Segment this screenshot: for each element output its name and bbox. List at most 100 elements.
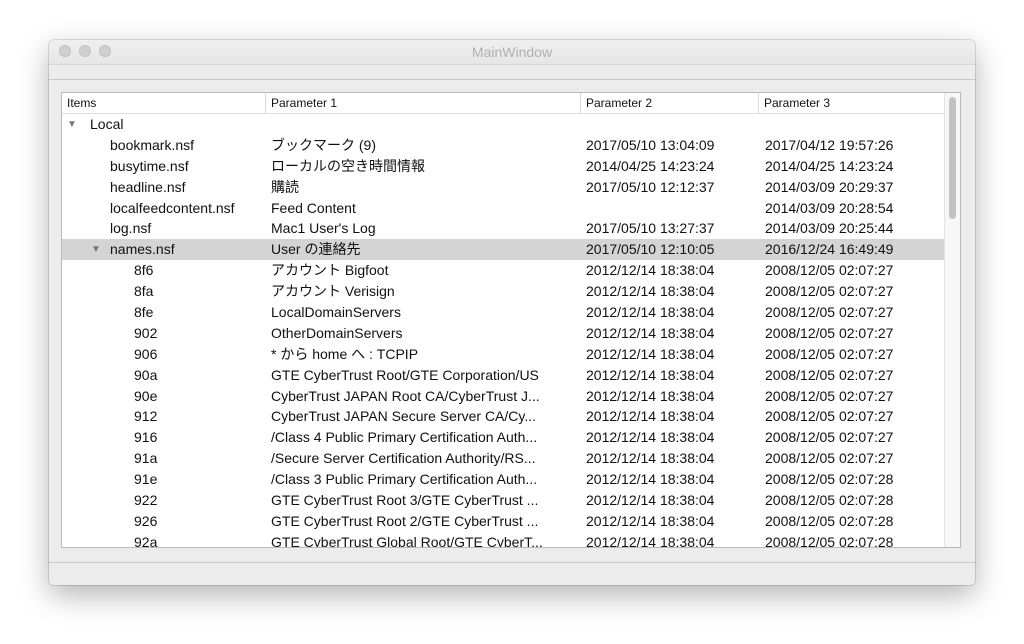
- row-parameter-3: 2008/12/05 02:07:28: [765, 471, 894, 488]
- row-parameter-3: 2008/12/05 02:07:27: [765, 304, 894, 321]
- tree-row[interactable]: 90a GTE CyberTrust Root/GTE Corporation/U…: [62, 365, 946, 386]
- row-parameter-2: 2012/12/14 18:38:04: [586, 324, 715, 341]
- row-parameter-3: 2008/12/05 02:07:27: [765, 366, 894, 383]
- row-item-label: 90e: [134, 387, 158, 404]
- tree-row[interactable]: 91a/Secure Server Certification Authorit…: [62, 448, 946, 469]
- row-item-cell: bookmark.nsf: [62, 135, 267, 156]
- row-item-cell: 906: [62, 344, 267, 365]
- row-parameter-1: * から home へ : TCPIP: [271, 345, 419, 362]
- tree-row[interactable]: bookmark.nsf ブックマーク (9) 2017/05/10 13:04:0…: [62, 135, 946, 156]
- row-item-cell: 8f6: [62, 260, 267, 281]
- tree-row[interactable]: log.nsf Mac1 User's Log 2017/05/10 13:27:3…: [62, 218, 946, 239]
- row-item-label: 902: [134, 324, 158, 341]
- column-header-parameter-2[interactable]: Parameter 2: [580, 93, 758, 113]
- row-parameter-3: 2016/12/24 16:49:49: [765, 241, 894, 258]
- row-item-label: 912: [134, 408, 158, 425]
- row-item-cell: 916: [62, 427, 267, 448]
- row-item-cell: 922: [62, 490, 267, 511]
- row-parameter-2: 2012/12/14 18:38:04: [586, 512, 715, 529]
- expand-triangle-icon[interactable]: ▼: [66, 114, 78, 135]
- row-item-cell: log.nsf: [62, 218, 267, 239]
- tree-row[interactable]: ▼ Local: [62, 114, 946, 135]
- title-bar[interactable]: MainWindow: [49, 40, 975, 65]
- row-parameter-2: 2012/12/14 18:38:04: [586, 283, 715, 300]
- row-parameter-1: User の連絡先: [271, 241, 361, 258]
- row-item-cell: ▼ Local: [62, 114, 267, 135]
- tree-row[interactable]: 926 GTE CyberTrust Root 2/GTE CyberTrust …: [62, 511, 946, 532]
- tree-view[interactable]: Items Parameter 1 Parameter 2 Parameter …: [61, 92, 961, 548]
- row-parameter-2: 2012/12/14 18:38:04: [586, 262, 715, 279]
- row-parameter-2: 2012/12/14 18:38:04: [586, 366, 715, 383]
- row-parameter-3: 2008/12/05 02:07:27: [765, 429, 894, 446]
- row-parameter-3: 2017/04/12 19:57:26: [765, 136, 894, 153]
- row-parameter-1: GTE CyberTrust Global Root/GTE CyberT...: [271, 533, 543, 548]
- row-item-cell: 8fa: [62, 281, 267, 302]
- tree-row[interactable]: 8fa アカウント Verisign 2012/12/14 18:38:04 2008…: [62, 281, 946, 302]
- row-parameter-1: Mac1 User's Log: [271, 220, 376, 237]
- row-parameter-1: 購読: [271, 178, 299, 195]
- row-item-label: bookmark.nsf: [110, 136, 195, 153]
- row-item-label: 92a: [134, 533, 158, 548]
- tree-row[interactable]: localfeedcontent.nsf Feed Content 2014/03/…: [62, 198, 946, 219]
- row-parameter-1: Feed Content: [271, 199, 356, 216]
- row-parameter-1: GTE CyberTrust Root 2/GTE CyberTrust ...: [271, 512, 539, 529]
- expand-triangle-icon[interactable]: ▼: [90, 239, 102, 260]
- row-item-cell: headline.nsf: [62, 177, 267, 198]
- row-parameter-1: /Class 3 Public Primary Certification Au…: [271, 471, 538, 488]
- row-parameter-2: 2012/12/14 18:38:04: [586, 345, 715, 362]
- row-parameter-3: 2008/12/05 02:07:28: [765, 492, 894, 509]
- row-parameter-2: 2012/12/14 18:38:04: [586, 450, 715, 467]
- row-parameter-2: 2017/05/10 13:04:09: [586, 136, 715, 153]
- row-parameter-3: 2008/12/05 02:07:27: [765, 408, 894, 425]
- row-item-label: 8fe: [134, 304, 154, 321]
- column-header-items[interactable]: Items: [62, 93, 266, 113]
- row-item-label: 8f6: [134, 262, 154, 279]
- status-bar: [49, 562, 975, 585]
- row-parameter-2: 2012/12/14 18:38:04: [586, 471, 715, 488]
- tree-row[interactable]: 906 * から home へ : TCPIP 2012/12/14 18:38:0…: [62, 344, 946, 365]
- row-parameter-1: ローカルの空き時間情報: [271, 157, 425, 174]
- row-parameter-1: /Class 4 Public Primary Certification Au…: [271, 429, 538, 446]
- tree-row[interactable]: 90e CyberTrust JAPAN Root CA/CyberTrust J…: [62, 386, 946, 407]
- row-parameter-2: 2012/12/14 18:38:04: [586, 304, 715, 321]
- tree-row[interactable]: 8fe LocalDomainServers 2012/12/14 18:38:04…: [62, 302, 946, 323]
- main-window: MainWindow Items Parameter 1 Parameter 2…: [49, 40, 975, 585]
- row-item-cell: 926: [62, 511, 267, 532]
- row-parameter-3: 2014/03/09 20:25:44: [765, 220, 894, 237]
- row-parameter-2: 2017/05/10 12:12:37: [586, 178, 715, 195]
- tree-row[interactable]: 92a GTE CyberTrust Global Root/GTE CyberT…: [62, 532, 946, 548]
- tree-header: Items Parameter 1 Parameter 2 Parameter …: [62, 93, 946, 114]
- tree-row[interactable]: 8f6 アカウント Bigfoot 2012/12/14 18:38:04 2008/…: [62, 260, 946, 281]
- tree-row[interactable]: 902 OtherDomainServers 2012/12/14 18:38:04…: [62, 323, 946, 344]
- row-item-cell: 90e: [62, 386, 267, 407]
- vertical-scrollbar[interactable]: [944, 93, 960, 547]
- row-parameter-2: 2012/12/14 18:38:04: [586, 533, 715, 548]
- row-parameter-3: 2008/12/05 02:07:28: [765, 512, 894, 529]
- column-header-parameter-3[interactable]: Parameter 3: [758, 93, 946, 113]
- row-item-label: 922: [134, 492, 158, 509]
- column-header-parameter-1[interactable]: Parameter 1: [265, 93, 580, 113]
- row-item-cell: ▼ names.nsf: [62, 239, 267, 260]
- scrollbar-thumb[interactable]: [949, 97, 956, 219]
- row-item-cell: 90a: [62, 365, 267, 386]
- row-parameter-1: CyberTrust JAPAN Secure Server CA/Cy...: [271, 408, 537, 425]
- tree-row[interactable]: ▼ names.nsf User の連絡先 2017/05/10 12:10:05 20…: [62, 239, 946, 261]
- row-item-cell: 92a: [62, 532, 267, 548]
- tree-row[interactable]: headline.nsf 購読 2017/05/10 12:12:37 2014/03…: [62, 177, 946, 198]
- row-parameter-1: [271, 114, 576, 135]
- row-parameter-3: 2014/03/09 20:28:54: [765, 199, 894, 216]
- row-parameter-3: 2008/12/05 02:07:27: [765, 324, 894, 341]
- tree-row[interactable]: 916/Class 4 Public Primary Certification…: [62, 427, 946, 448]
- tree-row[interactable]: busytime.nsf ローカルの空き時間情報 2014/04/25 14:23:…: [62, 156, 946, 177]
- row-item-label: localfeedcontent.nsf: [110, 199, 235, 216]
- window-title: MainWindow: [471, 44, 553, 60]
- tree-row[interactable]: 922 GTE CyberTrust Root 3/GTE CyberTrust …: [62, 490, 946, 511]
- row-parameter-3: 2008/12/05 02:07:27: [765, 283, 894, 300]
- row-item-label: 91e: [134, 471, 158, 488]
- tree-row[interactable]: 912 CyberTrust JAPAN Secure Server CA/Cy.…: [62, 406, 946, 427]
- row-item-label: 91a: [134, 450, 158, 467]
- tree-row[interactable]: 91e/Class 3 Public Primary Certification…: [62, 469, 946, 490]
- row-item-label: headline.nsf: [110, 178, 186, 195]
- row-item-cell: localfeedcontent.nsf: [62, 198, 267, 219]
- row-item-label: log.nsf: [110, 220, 152, 237]
